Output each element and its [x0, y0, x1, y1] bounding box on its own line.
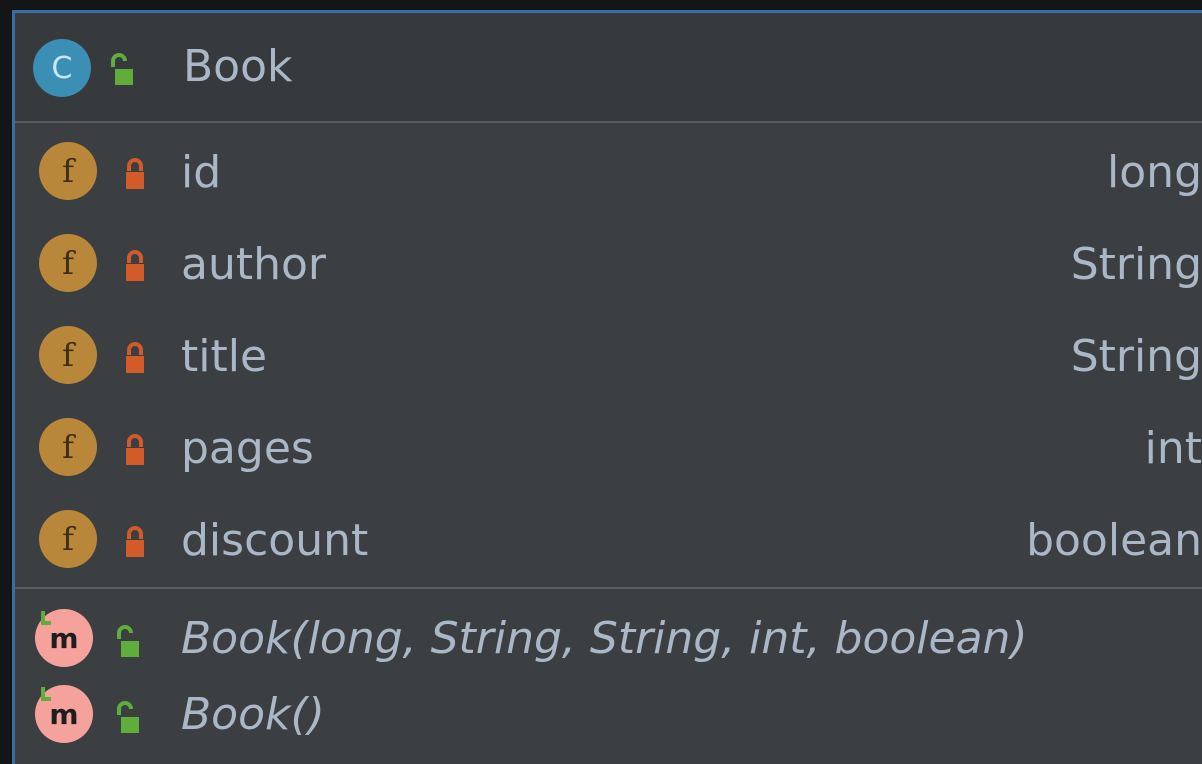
field-icon: f	[39, 326, 97, 384]
public-lock-icon	[117, 701, 139, 733]
method-icon: m	[35, 609, 93, 667]
field-type: boolean	[1026, 515, 1202, 566]
field-row-pages[interactable]: f pages int	[15, 401, 1202, 493]
field-name: title	[181, 331, 268, 382]
class-kind-letter: C	[51, 50, 73, 86]
field-icon: f	[39, 142, 97, 200]
method-signature: Book(long, String, String, int, boolean)	[181, 613, 1028, 664]
structure-popup: C Book f id long f author String f title…	[12, 10, 1202, 764]
public-lock-icon	[111, 53, 133, 85]
override-mark-icon	[41, 611, 51, 625]
field-name: id	[181, 147, 222, 198]
field-name: discount	[181, 515, 369, 566]
private-lock-icon	[126, 526, 144, 557]
field-icon: f	[39, 234, 97, 292]
field-type: String	[1070, 239, 1202, 290]
field-name: author	[181, 239, 326, 290]
field-type: String	[1070, 331, 1202, 382]
class-name: Book	[183, 41, 293, 92]
public-lock-icon	[117, 625, 139, 657]
class-icon: C	[33, 39, 91, 97]
field-row-author[interactable]: f author String	[15, 217, 1202, 309]
field-row-title[interactable]: f title String	[15, 309, 1202, 401]
method-row-constructor-empty[interactable]: m Book()	[15, 681, 1202, 764]
field-icon: f	[39, 510, 97, 568]
class-header[interactable]: C Book	[15, 13, 1202, 123]
field-type: long	[1107, 147, 1202, 198]
private-lock-icon	[126, 342, 144, 373]
method-icon: m	[35, 685, 93, 743]
override-mark-icon	[41, 687, 51, 701]
field-row-discount[interactable]: f discount boolean	[15, 493, 1202, 585]
private-lock-icon	[126, 250, 144, 281]
methods-list: m Book(long, String, String, int, boolea…	[15, 589, 1202, 764]
field-type: int	[1144, 423, 1202, 474]
field-icon: f	[39, 418, 97, 476]
field-name: pages	[181, 423, 314, 474]
fields-list: f id long f author String f title String…	[15, 123, 1202, 585]
method-signature: Book()	[181, 689, 325, 740]
field-row-id[interactable]: f id long	[15, 125, 1202, 217]
method-row-constructor-full[interactable]: m Book(long, String, String, int, boolea…	[15, 589, 1202, 681]
private-lock-icon	[126, 434, 144, 465]
private-lock-icon	[126, 158, 144, 189]
